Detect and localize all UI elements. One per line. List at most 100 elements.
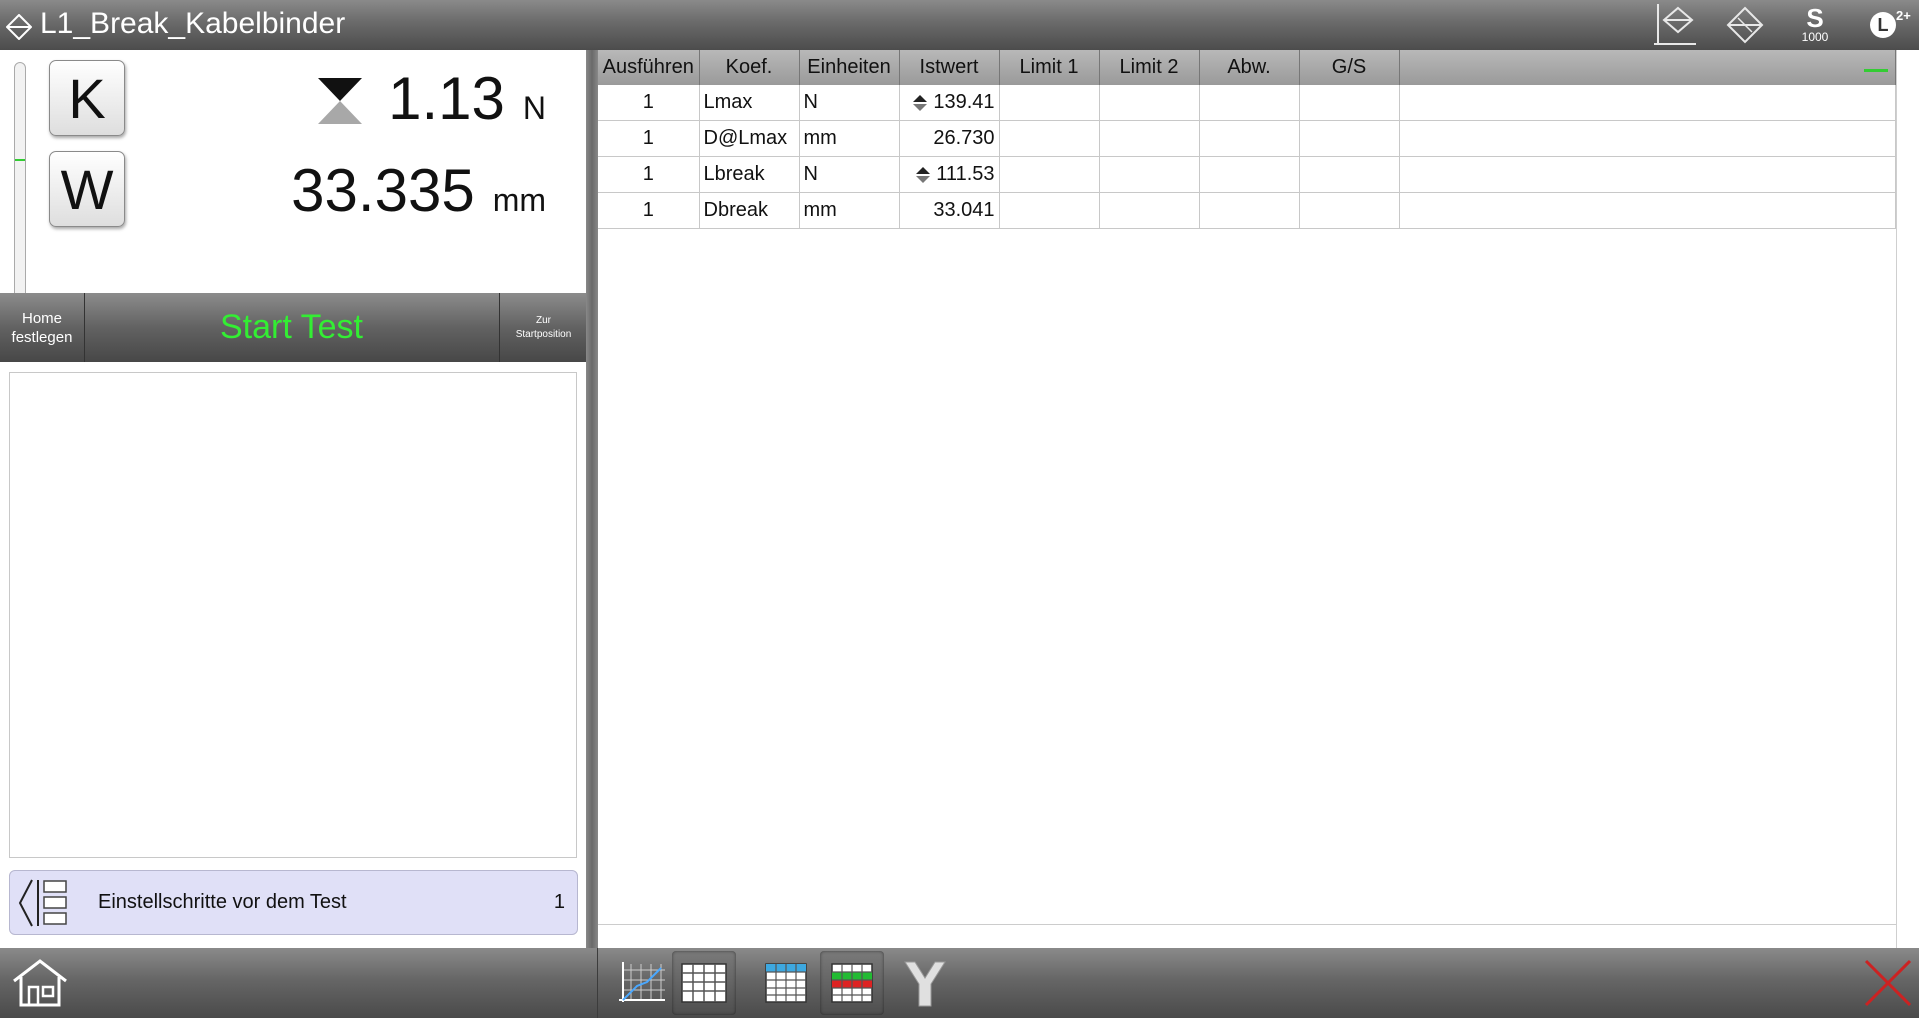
distance-reading: 33.335 mm [291,156,546,225]
start-pos-label-2: Startposition [515,328,572,340]
left-panel: K W 1.13 N 33.335 mm Home festlegen Star… [0,50,586,948]
k-button[interactable]: K [49,60,125,136]
settings-steps-label: Einstellschritte vor dem Test [98,891,347,913]
user-level-letter: L [1870,12,1896,38]
cell-filler [1399,192,1896,229]
table-row[interactable]: 1 Lmax N 139.41 [598,85,1896,121]
cell-value: 139.41 [899,85,1000,121]
updown-marker-icon [916,166,931,183]
table-bottom-divider [598,924,1896,925]
home-set-label-2: festlegen [11,328,73,346]
header-abw[interactable]: Abw. [1199,50,1300,85]
force-reading: 1.13 N [388,64,546,133]
cell-gs [1299,192,1400,229]
cell-run-text: 1 [642,199,654,221]
cell-unit-text: mm [803,199,837,221]
distance-value: 33.335 [291,157,475,224]
axis-plane-icon[interactable] [1650,0,1700,50]
cell-value: 26.730 [899,120,1000,157]
cell-run-text: 1 [642,127,654,149]
table-right-edge [1896,50,1897,948]
settings-list-icon [18,879,67,927]
bottom-separator [597,948,598,1018]
colored-table-icon[interactable] [820,951,884,1015]
home-icon[interactable] [8,948,72,1018]
home-set-button[interactable]: Home festlegen [0,293,85,362]
cell-gs [1299,156,1400,193]
cell-unit: N [799,156,900,193]
header-istwert[interactable]: Istwert [899,50,1000,85]
cell-limit1 [999,156,1100,193]
status-indicator [1864,69,1888,72]
cell-coef-text: Dbreak [703,199,768,221]
start-position-button[interactable]: Zur Startposition [499,293,587,362]
control-bar: Home festlegen Start Test Zur Startposit… [0,293,586,362]
cell-unit-text: N [803,163,818,185]
y-split-icon[interactable] [898,948,952,1018]
cell-coef-text: Lmax [703,91,753,113]
distance-unit: mm [492,182,546,218]
blue-table-icon[interactable] [756,948,816,1018]
cell-filler [1399,85,1896,121]
cell-abw [1199,192,1300,229]
settings-steps-row[interactable]: Einstellschritte vor dem Test 1 [9,870,578,935]
cell-limit2 [1099,192,1200,229]
panel-splitter[interactable] [586,50,598,948]
crosshair-diamond-icon[interactable] [1720,0,1770,50]
cell-limit1 [999,192,1100,229]
user-level-icon[interactable]: L 2+ [1858,0,1911,50]
force-unit: N [522,90,546,126]
close-icon[interactable] [1860,948,1916,1018]
header-filler [1399,50,1896,85]
diamond-arrows-icon[interactable] [6,14,32,40]
cell-unit-text: mm [803,127,837,149]
cell-value-text: 139.41 [933,91,995,113]
graph-view-icon[interactable] [614,948,670,1018]
cell-limit1 [999,85,1100,121]
speed-value: 1000 [1801,30,1829,44]
progress-marker [15,159,25,161]
settings-steps-count: 1 [553,891,565,913]
cell-limit1 [999,120,1100,157]
header-koef[interactable]: Koef. [699,50,800,85]
cell-value: 33.041 [899,192,1000,229]
cell-coef-text: Lbreak [703,163,765,185]
cell-limit2 [1099,120,1200,157]
start-pos-label-1: Zur [536,314,551,326]
cell-coef: Lmax [699,85,800,121]
cell-abw [1199,156,1300,193]
cell-unit: N [799,85,900,121]
cell-gs [1299,85,1400,121]
table-view-icon[interactable] [672,951,736,1015]
w-button[interactable]: W [49,151,125,227]
cell-gs [1299,120,1400,157]
header-limit1[interactable]: Limit 1 [999,50,1100,85]
table-row[interactable]: 1 D@Lmax mm 26.730 [598,120,1896,157]
app-title: L1_Break_Kabelbinder [40,7,346,40]
results-table: Ausführen Koef. Einheiten Istwert Limit … [598,50,1896,229]
header-limit2[interactable]: Limit 2 [1099,50,1200,85]
preview-area [9,372,577,858]
title-bar: L1_Break_Kabelbinder S 1000 L 2+ [0,0,1919,50]
header-gs[interactable]: G/S [1299,50,1400,85]
header-einheiten[interactable]: Einheiten [799,50,900,85]
cell-run-text: 1 [642,91,654,113]
table-row[interactable]: 1 Lbreak N 111.53 [598,156,1896,193]
cell-run: 1 [598,120,700,157]
cell-value-text: 26.730 [933,127,995,149]
speed-icon[interactable]: S 1000 [1790,0,1840,50]
cell-value-text: 111.53 [936,163,995,185]
bottom-toolbar [0,948,1919,1018]
cell-unit-text: N [803,91,818,113]
table-header-row: Ausführen Koef. Einheiten Istwert Limit … [598,50,1896,85]
cell-coef: Lbreak [699,156,800,193]
cell-limit2 [1099,85,1200,121]
header-ausfuehren[interactable]: Ausführen [598,50,700,85]
start-test-button[interactable]: Start Test [85,293,498,362]
cell-run: 1 [598,156,700,193]
cell-unit: mm [799,192,900,229]
table-row[interactable]: 1 Dbreak mm 33.041 [598,192,1896,229]
cell-coef-text: D@Lmax [703,127,788,149]
user-level-sup: 2+ [1896,8,1911,23]
home-set-label-1: Home [21,309,62,327]
